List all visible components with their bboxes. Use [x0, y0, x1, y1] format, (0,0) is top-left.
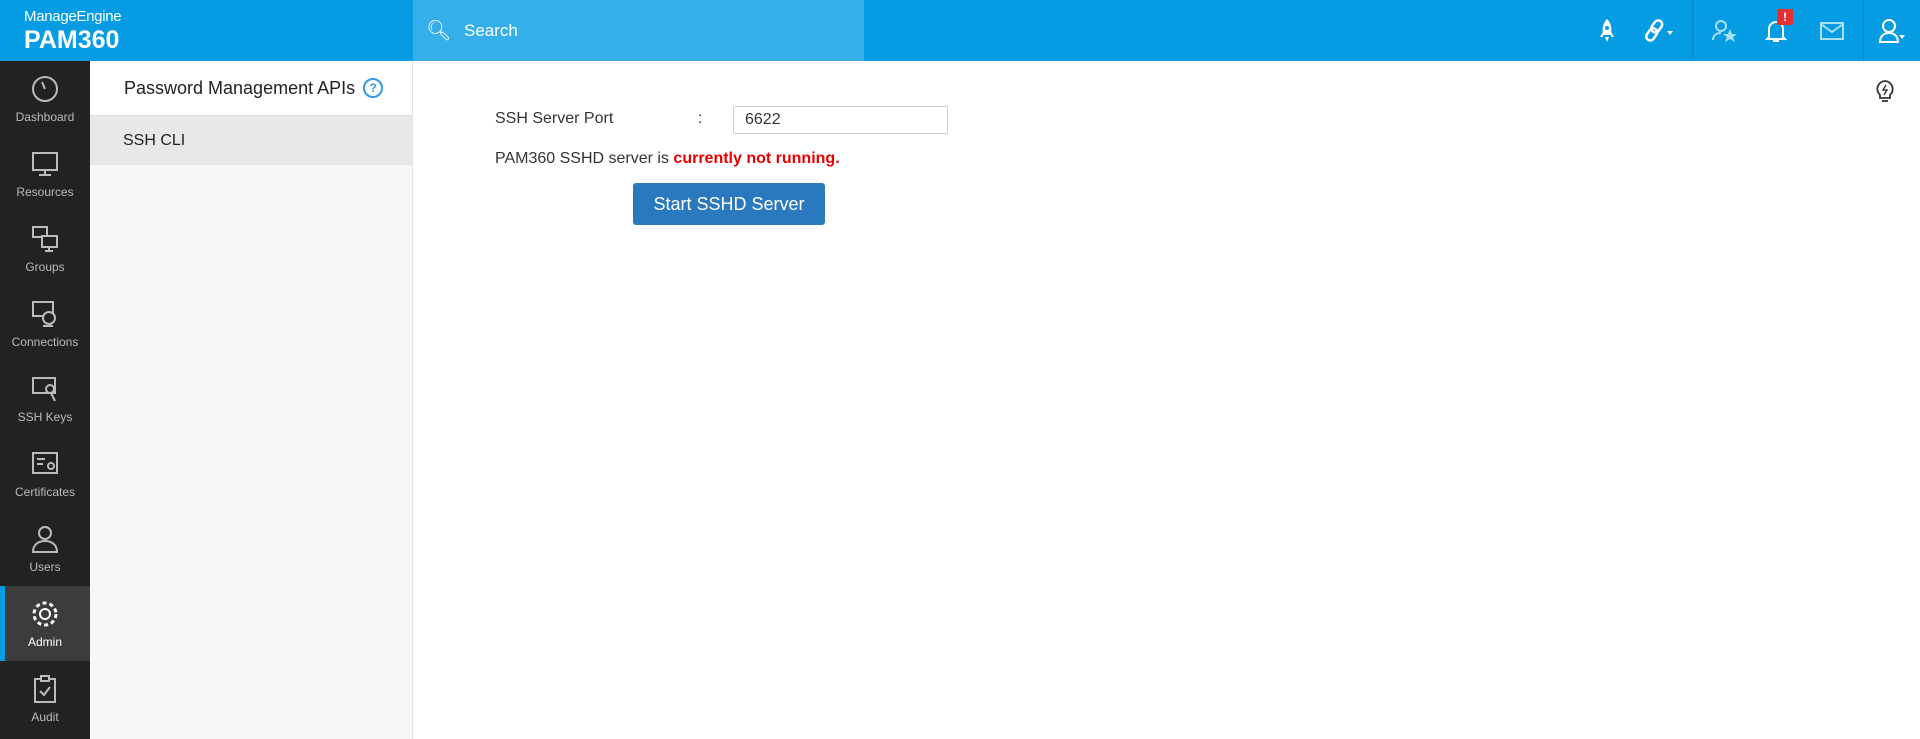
rocket-icon[interactable] [1592, 16, 1622, 46]
user-icon [31, 525, 59, 553]
sidebar-item-certificates[interactable]: Certificates [0, 436, 90, 511]
monitor-icon [32, 151, 58, 176]
logo[interactable]: ManageEngine PAM360 [24, 8, 122, 55]
product-name: PAM360 [24, 26, 120, 54]
mail-icon[interactable] [1817, 16, 1847, 46]
sidebar-item-admin[interactable]: Admin [0, 586, 90, 661]
panel-title: Password Management APIs? [90, 61, 412, 116]
sidebar-item-audit[interactable]: Audit [0, 661, 90, 736]
status-prefix: PAM360 SSHD server is [495, 150, 674, 167]
notification-badge: ! [1777, 9, 1793, 25]
search-input[interactable]: Search [464, 21, 518, 41]
sidebar-item-dashboard[interactable]: Dashboard [0, 61, 90, 136]
groups-icon [32, 225, 58, 252]
help-icon[interactable]: ? [363, 78, 384, 98]
sidebar-item-ssh-keys[interactable]: SSH Keys [0, 361, 90, 436]
top-header: ManageEngine PAM360 🔍︎ Search ! [0, 0, 1920, 61]
ssh-key-icon [32, 376, 56, 401]
sidebar-item-groups[interactable]: Groups [0, 211, 90, 286]
link-icon[interactable] [1645, 16, 1675, 46]
connections-icon [32, 300, 56, 327]
user-profile-icon[interactable] [1878, 16, 1908, 46]
sidebar-item-label: Certificates [14, 484, 76, 499]
lightbulb-icon[interactable] [1874, 79, 1896, 103]
dashboard-icon [32, 75, 58, 102]
sidebar-item-connections[interactable]: Connections [0, 286, 90, 361]
status-value: currently not running. [673, 150, 840, 167]
panel-item-ssh-cli[interactable]: SSH CLI [90, 116, 412, 165]
sidebar-item-resources[interactable]: Resources [0, 136, 90, 211]
sidebar: Dashboard Resources Groups Connections S… [0, 61, 90, 739]
start-sshd-server-button[interactable]: Start SSHD Server [633, 183, 825, 225]
sidebar-item-label: Groups [25, 259, 65, 274]
ssh-port-input[interactable] [733, 106, 948, 134]
sub-navigation-panel: Password Management APIs? SSH CLI [90, 61, 413, 739]
sidebar-item-label: Connections [11, 334, 79, 349]
search-bar[interactable]: 🔍︎ Search [413, 0, 864, 61]
brand-name: ManageEngine [24, 8, 122, 25]
sidebar-item-users[interactable]: Users [0, 511, 90, 586]
ssh-port-label: SSH Server Port [495, 110, 614, 127]
sidebar-item-label: Admin [27, 634, 62, 649]
server-status: PAM360 SSHD server is currently not runn… [495, 150, 840, 168]
user-favorite-icon[interactable] [1710, 16, 1740, 46]
sidebar-item-label: Dashboard [15, 109, 75, 124]
notification-bell-icon[interactable]: ! [1761, 9, 1793, 46]
panel-title-text: Password Management APIs [124, 77, 356, 98]
sidebar-item-label: Resources [16, 184, 74, 199]
sidebar-item-label: SSH Keys [17, 409, 73, 424]
search-icon[interactable]: 🔍︎ [426, 18, 454, 43]
label-colon: : [698, 110, 703, 127]
sidebar-item-label: Users [29, 559, 61, 574]
certificate-icon [32, 451, 58, 474]
sidebar-item-label: Audit [31, 709, 59, 724]
clipboard-check-icon [34, 674, 56, 703]
gear-icon [32, 601, 58, 626]
